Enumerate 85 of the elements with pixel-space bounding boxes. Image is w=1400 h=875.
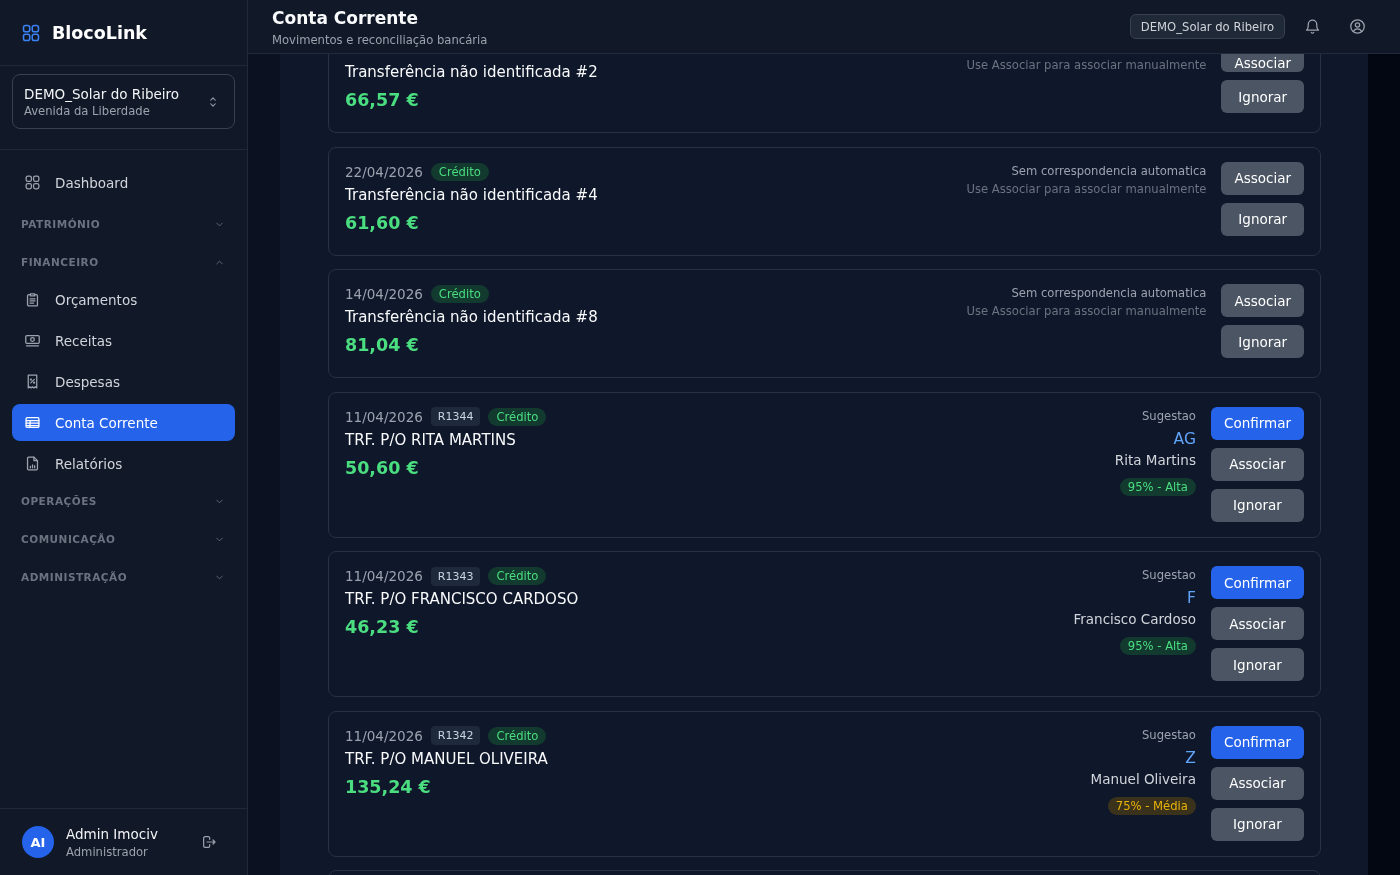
suggestion-code: Z [1185,747,1196,769]
grid-icon [21,22,41,43]
grid-icon [24,174,41,191]
suggestion-label: Sugestao [1141,726,1196,744]
reference-tag: R1344 [430,407,481,426]
transaction-description: TRF. P/O FRANCISCO CARDOSO [345,589,579,610]
match-status: Sem correspondencia automatica [1011,162,1207,180]
property-tag: DEMO_Solar do Ribeiro [1129,14,1285,39]
associate-button[interactable]: Associar [1221,161,1304,195]
transaction-amount: 135,24 € [345,775,432,799]
type-tag: Crédito [430,162,489,181]
transaction-amount: 46,23 € [345,616,420,639]
match-hint: Use Associar para associar manualmente [966,303,1207,320]
banknote-icon [24,332,41,349]
reference-tag: R1342 [430,726,481,745]
ignore-button[interactable]: Ignorar [1210,488,1304,522]
suggestion-name: Francisco Cardoso [1073,610,1196,629]
nav-item[interactable]: Conta Corrente [12,404,235,441]
match-hint: Use Associar para associar manualmente [966,57,1207,74]
page-title: Conta Corrente [272,6,419,30]
transaction-date: 22/04/2026 [345,163,423,180]
confidence-tag: 95% - Alta [1119,637,1196,655]
section-toggle[interactable]: PATRIMÓNIO [12,205,235,243]
match-hint: Use Associar para associar manualmente [966,180,1207,198]
nav-item[interactable]: Dashboard [12,164,235,201]
associate-button[interactable]: Associar [1210,447,1304,481]
transaction-description: TRF. P/O RITA MARTINS [345,429,517,451]
transaction-amount: 61,60 € [345,211,420,235]
user-name: Admin Imociv [66,824,159,844]
nav-item[interactable]: Receitas [12,322,235,359]
suggestion-label: Sugestao [1141,567,1196,584]
transaction-date: 11/04/2026 [345,727,423,744]
section-toggle[interactable]: FINANCEIRO [12,243,235,281]
suggestion-name: Rita Martins [1114,450,1196,470]
transaction-amount: 50,60 € [345,456,420,480]
property-selector[interactable]: DEMO_Solar do Ribeiro Avenida da Liberdade [12,74,235,129]
transaction-date: 14/04/2026 [345,286,423,302]
type-tag: Crédito [488,726,547,745]
transaction-description: TRF. P/O MANUEL OLIVEIRA [345,748,548,770]
confidence-tag: 95% - Alta [1119,477,1196,496]
transaction-amount: 81,04 € [345,334,420,357]
associate-button[interactable]: Associar [1210,766,1304,800]
suggestion-label: Sugestao [1141,407,1196,425]
avatar: AI [22,826,54,858]
page-subtitle: Movimentos e reconciliação bancária [272,31,489,48]
clipboard-icon [24,291,41,308]
nav-item[interactable]: Orçamentos [12,281,235,318]
user-circle-icon[interactable] [1349,18,1366,35]
confirm-button[interactable]: Confirmar [1210,406,1304,440]
suggestion-name: Manuel Oliveira [1090,769,1196,789]
bell-icon[interactable] [1304,18,1321,35]
ignore-button[interactable]: Ignorar [1221,325,1304,358]
table-icon [24,414,41,431]
transaction-description: Transferência não identificada #8 [345,307,598,328]
section-toggle[interactable]: COMUNICAÇÃO [12,520,235,558]
logout-icon[interactable] [201,834,217,850]
ignore-button[interactable]: Ignorar [1210,648,1304,681]
section-toggle[interactable]: ADMINISTRAÇÃO [12,558,235,596]
type-tag: Crédito [430,285,489,303]
transaction-date: 11/04/2026 [345,568,423,584]
transaction-amount: 66,57 € [345,89,420,112]
nav-item[interactable]: Despesas [12,363,235,400]
suggestion-code: AG [1173,428,1196,450]
ignore-button[interactable]: Ignorar [1210,807,1304,841]
transaction-date: 11/04/2026 [345,408,423,425]
brand-name: BlocoLink [52,22,147,43]
transaction-description: Transferência não identificada #4 [345,184,598,206]
nav-item[interactable]: Relatórios [12,445,235,482]
associate-button[interactable]: Associar [1221,284,1304,317]
confirm-button[interactable]: Confirmar [1210,566,1304,599]
transaction-description: Transferência não identificada #2 [345,62,598,83]
type-tag: Crédito [488,407,547,426]
confidence-tag: 75% - Média [1107,796,1196,815]
match-status: Sem correspondencia automatica [1011,285,1207,302]
section-toggle[interactable]: OPERAÇÕES [12,482,235,520]
ignore-button[interactable]: Ignorar [1221,202,1304,236]
ignore-button[interactable]: Ignorar [1221,80,1304,113]
type-tag: Crédito [488,567,547,585]
user-role: Administrador [66,843,149,860]
associate-button[interactable]: Associar [1221,54,1304,72]
associate-button[interactable]: Associar [1210,607,1304,640]
reference-tag: R1343 [430,566,481,586]
suggestion-code: F [1187,588,1196,609]
document-chart-icon [24,455,41,472]
confirm-button[interactable]: Confirmar [1210,725,1304,759]
